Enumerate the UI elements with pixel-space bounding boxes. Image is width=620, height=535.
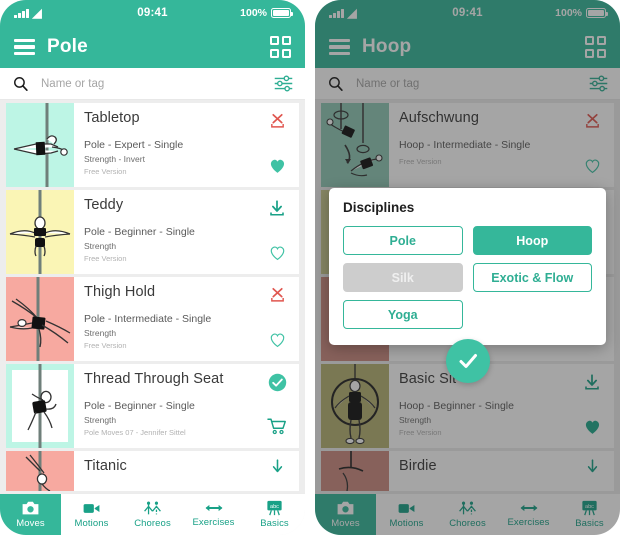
move-title: Thigh Hold — [84, 284, 156, 300]
nav-item-motions[interactable]: Motions — [61, 494, 122, 535]
hamburger-menu-icon[interactable] — [14, 38, 35, 56]
check-icon — [459, 354, 477, 368]
list-item[interactable]: Tabletop Pole - Expert - Single Strength… — [6, 103, 299, 187]
move-source: Free Version — [84, 341, 127, 350]
phone-pole: ◢ 09:41 100% Pole Name or tag Tabletop P… — [0, 0, 305, 535]
battery-icon — [271, 8, 294, 18]
move-title: Thread Through Seat — [84, 371, 224, 387]
move-actions — [255, 451, 299, 491]
pole-titanic-art — [25, 451, 51, 491]
pole-thigh-hold-art — [9, 277, 71, 361]
move-thumbnail — [6, 277, 74, 361]
status-bar: ◢ 09:41 100% — [0, 0, 305, 26]
move-info: Thread Through Seat Pole - Beginner - Si… — [74, 364, 255, 448]
filter-sliders-icon[interactable] — [274, 75, 293, 92]
check-circle-icon[interactable] — [268, 373, 287, 392]
move-info: Thigh Hold Pole - Intermediate - Single … — [74, 277, 255, 361]
discipline-chip-pole[interactable]: Pole — [343, 226, 463, 255]
search-input[interactable] — [41, 77, 262, 90]
list-item[interactable]: Teddy Pole - Beginner - Single Strength … — [6, 190, 299, 274]
move-info: Teddy Pole - Beginner - Single Strength … — [74, 190, 255, 274]
bottom-navigation[interactable]: Moves Motions Choreos Exercises abc Basi… — [0, 493, 305, 535]
download-arrow-icon[interactable] — [269, 458, 286, 475]
move-actions — [255, 190, 299, 274]
heart-outline-icon[interactable] — [268, 244, 287, 261]
moves-list[interactable]: Tabletop Pole - Expert - Single Strength… — [0, 100, 305, 493]
list-item[interactable]: Thread Through Seat Pole - Beginner - Si… — [6, 364, 299, 448]
list-item[interactable]: Thigh Hold Pole - Intermediate - Single … — [6, 277, 299, 361]
nav-item-choreos[interactable]: Choreos — [122, 494, 183, 535]
status-time: 09:41 — [137, 7, 168, 19]
move-title: Teddy — [84, 197, 124, 213]
move-thumbnail — [6, 190, 74, 274]
heart-filled-icon[interactable] — [268, 157, 287, 174]
delete-download-icon[interactable] — [269, 112, 286, 129]
move-tags: Strength - Invert — [84, 154, 145, 164]
move-tags: Strength — [84, 328, 117, 338]
search-bar[interactable] — [0, 68, 305, 100]
discipline-chip-hoop[interactable]: Hoop — [472, 226, 592, 255]
move-meta: Pole - Expert - Single — [84, 139, 184, 151]
discipline-chip-exotic-flow[interactable]: Exotic & Flow — [472, 263, 592, 292]
move-actions — [255, 277, 299, 361]
move-actions — [255, 364, 299, 448]
disciplines-dialog: Disciplines Pole Hoop Silk Exotic & Flow… — [329, 188, 606, 345]
move-thumbnail — [6, 451, 74, 491]
move-thumbnail — [6, 103, 74, 187]
move-title: Titanic — [84, 458, 127, 474]
pole-straddle-art — [9, 190, 71, 274]
confirm-button[interactable] — [445, 339, 490, 383]
dual-phone-screenshot: ◢ 09:41 100% Pole Name or tag Tabletop P… — [0, 0, 620, 535]
choreography-icon — [144, 501, 161, 515]
move-meta: Pole - Beginner - Single — [84, 226, 195, 238]
move-thumbnail — [6, 364, 74, 448]
move-meta: Pole - Beginner - Single — [84, 400, 195, 412]
move-actions — [255, 103, 299, 187]
delete-download-icon[interactable] — [269, 286, 286, 303]
move-info: Tabletop Pole - Expert - Single Strength… — [74, 103, 255, 187]
nav-label: Basics — [260, 518, 289, 529]
nav-label: Motions — [74, 517, 109, 529]
pole-horizontal-hold-art — [13, 103, 68, 187]
video-camera-icon — [83, 503, 100, 513]
pole-thread-seat-art — [12, 364, 68, 448]
discipline-options: Pole Hoop Silk Exotic & Flow Yoga — [343, 226, 592, 329]
discipline-chip-silk: Silk — [343, 263, 463, 292]
app-bar: Pole — [0, 26, 305, 68]
nav-item-exercises[interactable]: Exercises — [183, 494, 244, 535]
shopping-cart-icon[interactable] — [267, 417, 287, 435]
list-item[interactable]: Titanic — [6, 451, 299, 491]
nav-label: Moves — [16, 517, 45, 529]
move-title: Tabletop — [84, 110, 140, 126]
svg-text:abc: abc — [270, 504, 279, 510]
grid-view-icon[interactable] — [269, 36, 291, 58]
discipline-chip-yoga[interactable]: Yoga — [343, 300, 463, 329]
move-source: Pole Moves 07 - Jennifer Sittel — [84, 428, 186, 437]
move-tags: Strength — [84, 415, 117, 425]
move-source: Free Version — [84, 254, 127, 263]
arrows-horizontal-icon — [205, 504, 222, 512]
dialog-title: Disciplines — [343, 200, 415, 215]
nav-label: Choreos — [134, 518, 171, 529]
camera-icon — [22, 501, 39, 514]
move-info: Titanic — [74, 451, 255, 491]
chalkboard-abc-icon: abc — [267, 500, 282, 516]
nav-item-basics[interactable]: abc Basics — [244, 494, 305, 535]
search-icon — [14, 77, 28, 92]
nav-label: Exercises — [192, 517, 235, 528]
download-icon[interactable] — [268, 199, 286, 217]
nav-item-moves[interactable]: Moves — [0, 494, 61, 535]
move-meta: Pole - Intermediate - Single — [84, 313, 212, 325]
heart-outline-icon[interactable] — [268, 331, 287, 348]
phone-hoop: ◢ 09:41 100% Hoop Name or tag Aufschwung… — [315, 0, 620, 535]
move-tags: Strength — [84, 241, 117, 251]
move-source: Free Version — [84, 167, 127, 176]
page-title: Pole — [47, 36, 88, 57]
